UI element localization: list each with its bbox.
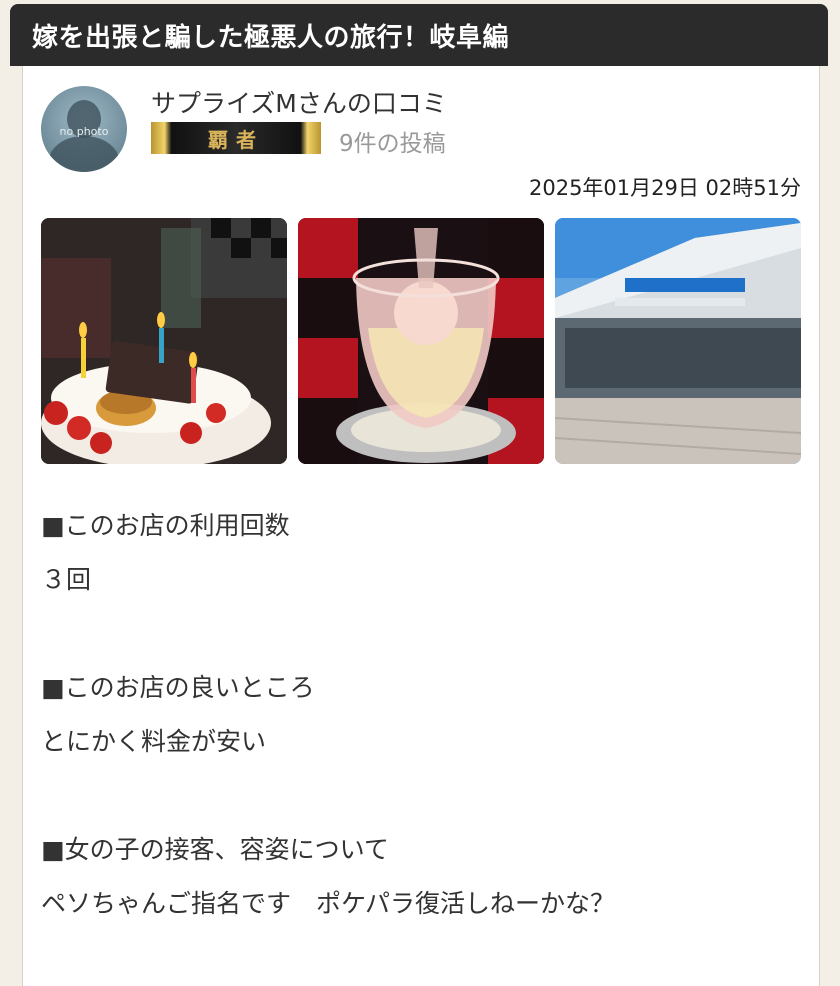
reviewer-name[interactable]: サプライズMさんの口コミ: [151, 84, 447, 120]
section-label-service: ■女の子の接客、容姿について: [41, 835, 389, 864]
page-title: 嫁を出張と騙した極悪人の旅行！岐阜編: [32, 22, 510, 53]
photo-thumbnail-1[interactable]: [41, 218, 287, 464]
section-label-visit-count: ■このお店の利用回数: [41, 511, 290, 540]
section-value-visit-count: ３回: [41, 565, 92, 594]
railway-museum-photo: [555, 218, 801, 464]
review-timestamp: 2025年01月29日 02時51分: [528, 176, 801, 200]
photo-thumbnail-2[interactable]: [298, 218, 544, 464]
avatar-silhouette-body: [49, 136, 119, 172]
glass-drink-photo: [298, 218, 544, 464]
birthday-cake-photo: [41, 218, 287, 464]
photo-gallery: [41, 218, 801, 464]
page-header: 嫁を出張と騙した極悪人の旅行！岐阜編: [10, 4, 828, 66]
avatar[interactable]: no photo: [41, 86, 127, 172]
section-value-good-points: とにかく料金が安い: [41, 727, 267, 756]
post-count[interactable]: 9件の投稿: [339, 124, 446, 158]
avatar-placeholder-text: no photo: [59, 125, 109, 138]
rank-badge: 覇者: [151, 122, 321, 154]
review-card: no photo サプライズMさんの口コミ 覇者 9件の投稿 2025年01月2…: [22, 66, 820, 986]
photo-thumbnail-3[interactable]: [555, 218, 801, 464]
section-label-good-points: ■このお店の良いところ: [41, 673, 315, 702]
section-value-service: ペソちゃんご指名です ポケパラ復活しねーかな？: [41, 889, 616, 918]
rank-label: 覇者: [208, 127, 264, 152]
